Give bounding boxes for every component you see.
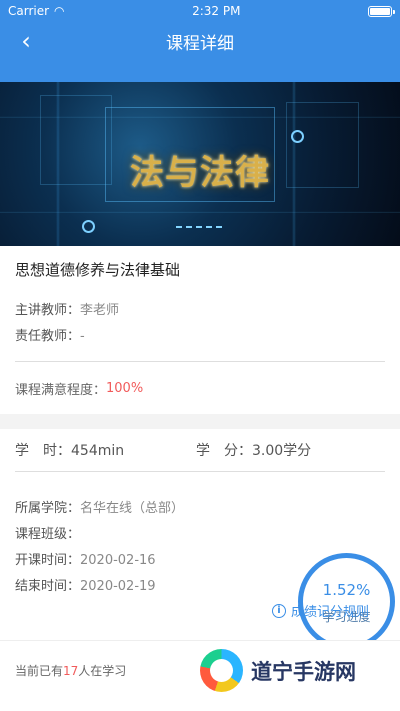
credit-value: 3.00学分 <box>252 443 312 459</box>
credit-label: 学 分： <box>196 443 252 459</box>
watermark-logo <box>200 649 243 692</box>
grading-rules-label: 成绩记分规则 <box>290 605 369 620</box>
carrier-label: Carrier <box>8 4 50 18</box>
learning-count-prefix: 当前已有 <box>15 664 64 678</box>
start-label: 开课时间： <box>15 553 81 568</box>
info-icon: i <box>271 603 286 618</box>
section-gap <box>0 414 400 429</box>
credit-item: 学 分：3.00学分 <box>196 440 311 460</box>
course-info: 所属学院：名华在线（总部） 课程班级： 开课时间：2020-02-16 结束时间… <box>15 472 395 650</box>
credits-row: 学 时：454min 学 分：3.00学分 <box>15 429 385 471</box>
top-bar: Carrier ◠ 2:32 PM ‹ 课程详细 <box>0 0 400 82</box>
teacher-value: 李老师 <box>80 303 120 318</box>
time-label: 2:32 PM <box>192 4 241 18</box>
class-label: 课程班级： <box>15 527 81 542</box>
college-value: 名华在线（总部） <box>80 501 185 516</box>
class-row: 课程班级： <box>15 522 385 548</box>
course-credits: 学 时：454min 学 分：3.00学分 所属学院：名华在线（总部） 课程班级… <box>0 429 400 650</box>
banner-pager <box>176 226 222 228</box>
responsible-teacher-label: 责任教师： <box>15 329 81 344</box>
learning-count-suffix: 人在学习 <box>78 664 127 678</box>
banner-title: 法与法律 <box>130 153 270 193</box>
grading-rules-link[interactable]: i 成绩记分规则 <box>271 601 369 620</box>
watermark: 道宁手游网 <box>200 645 394 696</box>
satisfaction-row: 课程满意程度： 100% <box>15 362 385 414</box>
satisfaction-label: 课程满意程度： <box>15 382 107 398</box>
college-row: 所属学院：名华在线（总部） <box>15 496 385 522</box>
end-value: 2020-02-19 <box>80 579 156 594</box>
course-title: 思想道德修养与法律基础 <box>15 261 181 279</box>
status-left: Carrier ◠ <box>8 4 65 18</box>
teacher-row: 主讲教师：李老师 <box>15 298 385 324</box>
learning-count-value: 17 <box>63 663 79 678</box>
back-button[interactable]: ‹ <box>10 22 42 60</box>
hours-label: 学 时： <box>15 443 71 459</box>
teacher-label: 主讲教师： <box>15 303 81 318</box>
hours-item: 学 时：454min <box>15 440 196 460</box>
status-bar: Carrier ◠ 2:32 PM <box>0 0 400 22</box>
navigation-bar: ‹ 课程详细 <box>0 22 400 60</box>
page-title: 课程详细 <box>166 33 234 54</box>
course-detail-page: Carrier ◠ 2:32 PM ‹ 课程详细 法与法律 思想道德修养与法律基… <box>0 0 400 711</box>
wifi-icon: ◠ <box>54 4 65 18</box>
watermark-text: 道宁手游网 <box>251 659 356 684</box>
end-label: 结束时间： <box>15 579 81 594</box>
course-banner: 法与法律 <box>0 82 400 246</box>
battery-icon <box>367 5 395 17</box>
college-label: 所属学院： <box>15 501 81 516</box>
responsible-teacher-row: 责任教师：- <box>15 324 385 350</box>
satisfaction-value: 100% <box>106 380 144 396</box>
study-progress-value: 1.52% <box>322 580 371 599</box>
banner-dot-left <box>82 220 95 233</box>
learning-count-bar: 当前已有 17 人在学习 道宁手游网 <box>0 640 400 700</box>
start-value: 2020-02-16 <box>80 553 156 568</box>
course-summary: 思想道德修养与法律基础 主讲教师：李老师 责任教师：- 课程满意程度： 100% <box>0 246 400 414</box>
hours-value: 454min <box>71 443 125 459</box>
banner-dot-right <box>291 130 304 143</box>
responsible-teacher-value: - <box>80 329 85 344</box>
chevron-left-icon: ‹ <box>21 27 31 55</box>
